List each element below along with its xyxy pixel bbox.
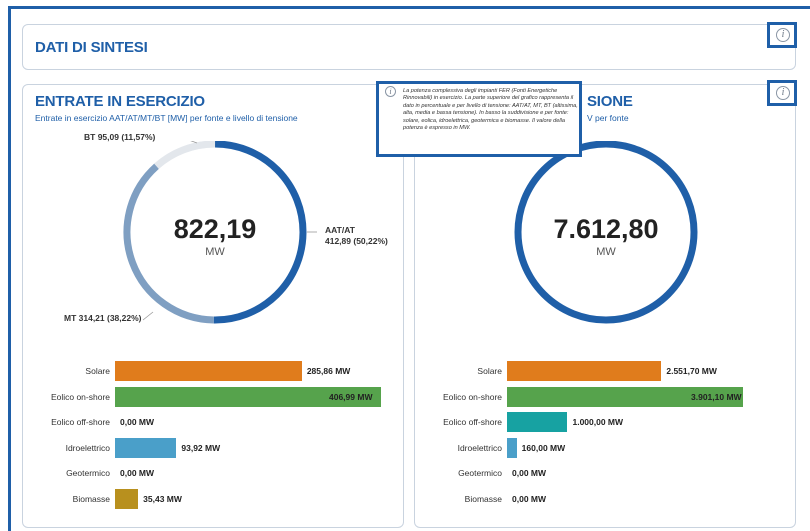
tooltip-text: La potenza complessiva degli impianti FE… bbox=[403, 88, 578, 132]
bar-label: Idroelettrico bbox=[457, 442, 502, 453]
info-icon[interactable]: i bbox=[385, 86, 396, 97]
card-subtitle: Entrate in esercizio AAT/AT/MT/BT [MW] p… bbox=[35, 113, 298, 123]
donut-segment-bt[interactable] bbox=[154, 141, 216, 169]
bar-eolico-off-shore[interactable] bbox=[507, 412, 568, 432]
bar-label: Eolico on-shore bbox=[50, 391, 110, 402]
bar-solare[interactable] bbox=[115, 361, 302, 381]
segment-label-bt: BT 95,09 (11,57%) bbox=[84, 132, 156, 142]
segment-label-aat-value: 412,89 (50,22%) bbox=[325, 236, 388, 246]
bar-label: Solare bbox=[477, 366, 502, 376]
bar-label: Eolico off-shore bbox=[443, 417, 502, 427]
bar-value: 406,99 MW bbox=[329, 391, 373, 402]
summary-title: DATI DI SINTESI bbox=[35, 39, 148, 56]
bar-label: Eolico on-shore bbox=[442, 391, 502, 402]
bar-label: Solare bbox=[85, 366, 110, 376]
bar-biomasse[interactable] bbox=[115, 488, 139, 509]
bar-idroelettrico[interactable] bbox=[115, 437, 177, 458]
bar-solare[interactable] bbox=[507, 361, 662, 381]
info-tooltip: i La potenza complessiva degli impianti … bbox=[376, 81, 582, 157]
bar-value: 285,86 MW bbox=[306, 366, 351, 376]
bar-value: 0,00 MW bbox=[512, 493, 547, 504]
bar-label: Eolico off-shore bbox=[51, 417, 110, 427]
bar-label: Biomasse bbox=[72, 493, 110, 504]
bar-value: 0,00 MW bbox=[120, 468, 155, 478]
bar-value: 1.000,00 MW bbox=[572, 417, 624, 427]
bar-value: 3.901,10 MW bbox=[691, 391, 742, 402]
bar-value: 0,00 MW bbox=[120, 417, 155, 427]
card-title: ENTRATE IN ESERCIZIO bbox=[35, 93, 205, 110]
bar-value: 160,00 MW bbox=[521, 442, 566, 453]
summary-panel: DATI DI SINTESI bbox=[22, 24, 796, 70]
bar-value: 35,43 MW bbox=[143, 493, 182, 504]
bar-label: Biomasse bbox=[464, 493, 502, 504]
total-value: 7.612,80 bbox=[553, 214, 659, 244]
bar-value: 2.551,70 MW bbox=[666, 366, 717, 376]
bar-label: Geotermico bbox=[458, 468, 502, 478]
bar-idroelettrico[interactable] bbox=[507, 437, 517, 458]
bar-label: Geotermico bbox=[66, 468, 110, 478]
summary-info-button[interactable]: i bbox=[767, 22, 797, 48]
leader-line bbox=[142, 311, 154, 321]
segment-label-mt: MT 314,21 (38,22%) bbox=[64, 313, 142, 323]
bar-label: Idroelettrico bbox=[65, 442, 110, 453]
bar-value: 0,00 MW bbox=[512, 468, 547, 478]
card-subtitle: V per fonte bbox=[587, 113, 629, 123]
total-unit: MW bbox=[205, 246, 225, 258]
total-unit: MW bbox=[596, 246, 616, 258]
segment-label-aat-name: AAT/AT bbox=[325, 225, 355, 235]
info-icon: i bbox=[776, 28, 790, 42]
total-value: 822,19 bbox=[173, 214, 257, 244]
info-icon: i bbox=[776, 86, 790, 100]
bar-value: 93,92 MW bbox=[181, 442, 221, 453]
card-title: SIONE bbox=[587, 93, 633, 110]
potenza-info-button[interactable]: i bbox=[767, 80, 797, 106]
leader-line bbox=[190, 141, 198, 144]
